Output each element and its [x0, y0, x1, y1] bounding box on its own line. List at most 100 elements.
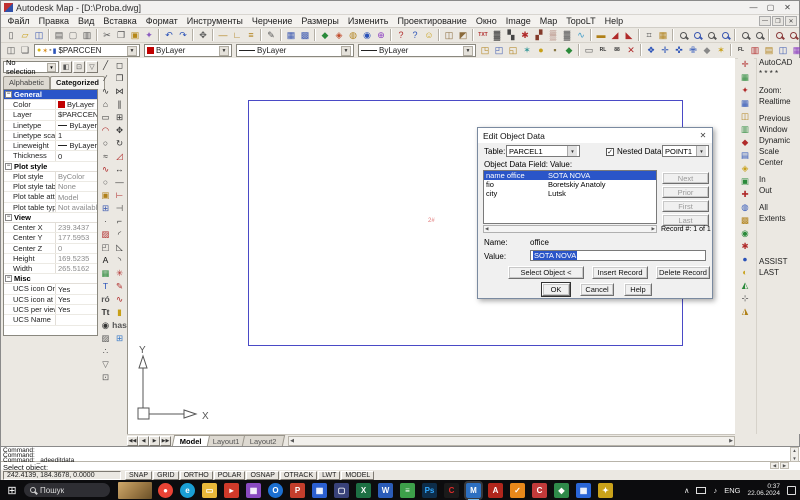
chevron-down-icon[interactable]: ▼	[127, 46, 137, 56]
view-top-icon[interactable]: ❖	[644, 44, 658, 57]
chamfer-icon[interactable]: ◺	[113, 241, 126, 254]
command-vscrollbar[interactable]: ▲▼	[790, 447, 799, 462]
osnap-temporary-icon[interactable]: —	[216, 29, 230, 42]
triangle-gold-icon[interactable]: ◮	[738, 305, 752, 318]
mdi-restore-button[interactable]: ❐	[772, 16, 784, 26]
toggle-polar[interactable]: POLAR	[214, 471, 246, 480]
menu-item-2[interactable]: Вид	[74, 16, 99, 26]
property-row[interactable]: Height169.5235	[4, 254, 97, 264]
rotated-text-icon[interactable]: ró	[99, 293, 112, 306]
collapse-icon[interactable]: −	[5, 214, 12, 221]
command-hscrollbar[interactable]: ◀▶	[769, 462, 789, 469]
fl-tool-icon[interactable]: FL	[734, 44, 748, 57]
property-row[interactable]: UCS icon at origYes	[4, 295, 97, 305]
walk-icon[interactable]: ▥	[738, 123, 752, 136]
menu-item-14[interactable]: Help	[600, 16, 628, 26]
copy-object-icon[interactable]: ❐	[113, 72, 126, 85]
image-swatch-icon[interactable]: ▨	[99, 332, 112, 345]
materials-icon[interactable]: ▣	[738, 175, 752, 188]
map-options-icon[interactable]: ⊕	[374, 29, 388, 42]
field-grid-icon[interactable]: ⌗	[642, 29, 656, 42]
collapse-icon[interactable]: −	[5, 275, 12, 282]
chrome-icon[interactable]: ●	[158, 483, 173, 498]
topolt-slope-2-icon[interactable]: ◣	[622, 29, 636, 42]
menu-item-9[interactable]: Проектирование	[393, 16, 471, 26]
property-row[interactable]: Layer$PARCCEN	[4, 110, 97, 120]
wallpaper-thumbnail[interactable]	[118, 482, 152, 499]
cone-tool-icon[interactable]: ◭	[738, 279, 752, 292]
nested-table-combo[interactable]: POINT1 ▼	[662, 145, 709, 157]
redraw-icon[interactable]: ✛	[738, 58, 752, 71]
point-icon[interactable]: ·	[99, 215, 112, 228]
screen-menu-item-all[interactable]: All	[757, 203, 800, 214]
view-front-icon[interactable]: ✛	[658, 44, 672, 57]
menu-item-11[interactable]: Image	[501, 16, 535, 26]
property-row[interactable]: Plot table typeNot available	[4, 203, 97, 213]
list-hscrollbar[interactable]: ◀▶	[483, 225, 657, 233]
help-icon[interactable]: ?	[394, 29, 408, 42]
txt-export-icon[interactable]: TXT	[476, 29, 490, 42]
collapse-icon[interactable]: −	[5, 91, 12, 98]
map-book-icon[interactable]: ▦	[790, 44, 800, 57]
screen-menu-item-dynamic[interactable]: Dynamic	[757, 136, 800, 147]
prev-tab-icon[interactable]: ◀	[138, 436, 149, 446]
tab-alphabetic[interactable]: Alphabetic	[3, 76, 50, 89]
topolt-ruler-icon[interactable]: ▬	[594, 29, 608, 42]
polyline-icon[interactable]: ∿	[99, 85, 112, 98]
layer-previous-icon[interactable]: ◰	[492, 44, 506, 57]
pan-icon[interactable]: ✥	[196, 29, 210, 42]
copy-icon[interactable]: ❐	[114, 29, 128, 42]
undo-icon[interactable]: ↶	[162, 29, 176, 42]
menu-item-8[interactable]: Изменить	[343, 16, 393, 26]
lock-gold-icon[interactable]: ▮	[113, 306, 126, 319]
zoom-dynamic-icon[interactable]	[704, 29, 718, 42]
motion-icon[interactable]: ◆	[738, 136, 752, 149]
property-value[interactable]: ByColor	[56, 172, 97, 181]
zoom-extents-icon[interactable]	[786, 29, 800, 42]
property-row[interactable]: Plot table attachModel	[4, 192, 97, 202]
property-row[interactable]: ColorByLayer	[4, 100, 97, 110]
topolt-slope-1-icon[interactable]: ◢	[608, 29, 622, 42]
quick-select-button[interactable]: ▽	[86, 61, 98, 73]
circle-icon[interactable]: ○	[99, 137, 112, 150]
table-combo[interactable]: PARCEL1 ▼	[506, 145, 580, 157]
text-style-icon[interactable]: A	[99, 254, 112, 267]
ccleaner-icon[interactable]: C	[532, 483, 547, 498]
make-layer-current-icon[interactable]: ◳	[478, 44, 492, 57]
object-data-table-icon[interactable]: ▦	[284, 29, 298, 42]
property-value[interactable]: ByLayer	[56, 141, 97, 150]
map-query-add-icon[interactable]: ▥	[748, 44, 762, 57]
lengthen-icon[interactable]: —	[113, 176, 126, 189]
layer-state-restore-icon[interactable]: ◩	[456, 29, 470, 42]
word-icon[interactable]: W	[378, 483, 393, 498]
break-point-icon[interactable]: ⌐	[113, 215, 126, 228]
green-doc-app-icon[interactable]: ≡	[400, 483, 415, 498]
property-row[interactable]: Plot style tableNone	[4, 182, 97, 192]
edge-icon[interactable]: e	[180, 483, 195, 498]
half-tool-icon[interactable]: ◐	[738, 266, 752, 279]
property-row[interactable]: UCS per viewpoYes	[4, 305, 97, 315]
object-data-list[interactable]: name officeSOTA NOVAfioBoretskiy Anatoly…	[483, 170, 657, 224]
layer-lock-icon[interactable]: ▪	[548, 44, 562, 57]
chevron-down-icon[interactable]: ▼	[219, 46, 229, 56]
speaker-icon[interactable]: ♪	[713, 486, 717, 495]
tab-layout2[interactable]: Layout2	[242, 435, 285, 446]
property-row[interactable]: LinetypeByLayer	[4, 121, 97, 131]
explode-icon[interactable]: ✳	[113, 267, 126, 280]
plot-style-box-icon[interactable]: ▭	[582, 44, 596, 57]
floppy-app-icon[interactable]: ▢	[334, 483, 349, 498]
arc-icon[interactable]: ◠	[99, 124, 112, 137]
mdi-minimize-button[interactable]: —	[759, 16, 771, 26]
zoom-realtime-icon[interactable]	[676, 29, 690, 42]
new-icon[interactable]: ▯	[4, 29, 18, 42]
move-icon[interactable]: ✥	[113, 124, 126, 137]
last-button[interactable]: Last	[662, 214, 709, 226]
construction-line-icon[interactable]: ∕	[99, 72, 112, 85]
node-tool-icon[interactable]: ✱	[518, 29, 532, 42]
object-data-row[interactable]: cityLutsk	[484, 189, 656, 198]
delete-record-button[interactable]: Delete Record	[656, 266, 710, 279]
property-value[interactable]: Yes	[56, 305, 97, 314]
ellipse-icon[interactable]: ○	[99, 176, 112, 189]
rl-tool-icon[interactable]: RL	[596, 44, 610, 57]
visual-styles-icon[interactable]: ▤	[738, 149, 752, 162]
